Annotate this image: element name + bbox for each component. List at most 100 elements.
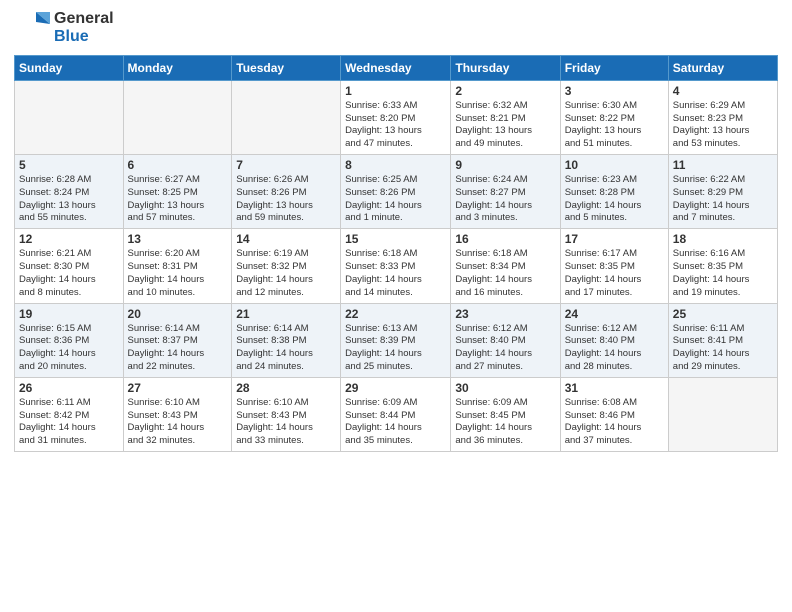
weekday-header-wednesday: Wednesday xyxy=(341,55,451,80)
day-number: 28 xyxy=(236,381,336,395)
calendar-cell: 9 Sunrise: 6:24 AM Sunset: 8:27 PM Daylig… xyxy=(451,155,560,229)
day-info: Sunrise: 6:14 AM Sunset: 8:38 PM Dayligh… xyxy=(236,323,336,374)
calendar-cell: 20Sunrise: 6:14 AM Sunset: 8:37 PM Dayli… xyxy=(123,303,232,377)
logo: GeneralBlue xyxy=(14,10,114,47)
day-number: 12 xyxy=(19,232,119,246)
day-number: 16 xyxy=(455,232,555,246)
day-number: 17 xyxy=(565,232,664,246)
day-number: 24 xyxy=(565,307,664,321)
day-info: Sunrise: 6:08 AM Sunset: 8:46 PM Dayligh… xyxy=(565,397,664,448)
day-number: 19 xyxy=(19,307,119,321)
day-info: Sunrise: 6:09 AM Sunset: 8:44 PM Dayligh… xyxy=(345,397,446,448)
day-info: Sunrise: 6:24 AM Sunset: 8:27 PM Dayligh… xyxy=(455,174,555,225)
calendar-cell: 13Sunrise: 6:20 AM Sunset: 8:31 PM Dayli… xyxy=(123,229,232,303)
day-info: Sunrise: 6:21 AM Sunset: 8:30 PM Dayligh… xyxy=(19,248,119,299)
day-number: 14 xyxy=(236,232,336,246)
calendar-cell: 22 Sunrise: 6:13 AM Sunset: 8:39 PM Dayli… xyxy=(341,303,451,377)
day-number: 11 xyxy=(673,158,773,172)
day-number: 31 xyxy=(565,381,664,395)
weekday-header-monday: Monday xyxy=(123,55,232,80)
calendar-cell: 15 Sunrise: 6:18 AM Sunset: 8:33 PM Dayli… xyxy=(341,229,451,303)
day-info: Sunrise: 6:10 AM Sunset: 8:43 PM Dayligh… xyxy=(236,397,336,448)
calendar-cell: 26 Sunrise: 6:11 AM Sunset: 8:42 PM Dayli… xyxy=(15,377,124,451)
calendar-cell: 28 Sunrise: 6:10 AM Sunset: 8:43 PM Dayli… xyxy=(232,377,341,451)
day-number: 10 xyxy=(565,158,664,172)
calendar-cell: 18Sunrise: 6:16 AM Sunset: 8:35 PM Dayli… xyxy=(668,229,777,303)
calendar-week-2: 5 Sunrise: 6:28 AM Sunset: 8:24 PM Daylig… xyxy=(15,155,778,229)
calendar-week-4: 19 Sunrise: 6:15 AM Sunset: 8:36 PM Dayli… xyxy=(15,303,778,377)
calendar-cell xyxy=(232,80,341,154)
day-number: 30 xyxy=(455,381,555,395)
calendar-cell: 8Sunrise: 6:25 AM Sunset: 8:26 PM Daylig… xyxy=(341,155,451,229)
weekday-header-saturday: Saturday xyxy=(668,55,777,80)
day-info: Sunrise: 6:26 AM Sunset: 8:26 PM Dayligh… xyxy=(236,174,336,225)
calendar-week-5: 26 Sunrise: 6:11 AM Sunset: 8:42 PM Dayli… xyxy=(15,377,778,451)
calendar-week-1: 1 Sunrise: 6:33 AM Sunset: 8:20 PM Daylig… xyxy=(15,80,778,154)
calendar-cell: 24 Sunrise: 6:12 AM Sunset: 8:40 PM Dayli… xyxy=(560,303,668,377)
calendar-cell: 21 Sunrise: 6:14 AM Sunset: 8:38 PM Dayli… xyxy=(232,303,341,377)
page: GeneralBlue SundayMondayTuesdayWednesday… xyxy=(0,0,792,612)
day-info: Sunrise: 6:23 AM Sunset: 8:28 PM Dayligh… xyxy=(565,174,664,225)
day-info: Sunrise: 6:14 AM Sunset: 8:37 PM Dayligh… xyxy=(128,323,228,374)
day-info: Sunrise: 6:30 AM Sunset: 8:22 PM Dayligh… xyxy=(565,100,664,151)
day-info: Sunrise: 6:11 AM Sunset: 8:42 PM Dayligh… xyxy=(19,397,119,448)
day-info: Sunrise: 6:11 AM Sunset: 8:41 PM Dayligh… xyxy=(673,323,773,374)
day-number: 8 xyxy=(345,158,446,172)
weekday-header-tuesday: Tuesday xyxy=(232,55,341,80)
calendar-cell: 17 Sunrise: 6:17 AM Sunset: 8:35 PM Dayli… xyxy=(560,229,668,303)
day-number: 15 xyxy=(345,232,446,246)
day-info: Sunrise: 6:22 AM Sunset: 8:29 PM Dayligh… xyxy=(673,174,773,225)
calendar-cell: 10 Sunrise: 6:23 AM Sunset: 8:28 PM Dayli… xyxy=(560,155,668,229)
day-info: Sunrise: 6:15 AM Sunset: 8:36 PM Dayligh… xyxy=(19,323,119,374)
day-info: Sunrise: 6:13 AM Sunset: 8:39 PM Dayligh… xyxy=(345,323,446,374)
day-number: 22 xyxy=(345,307,446,321)
calendar-cell: 29 Sunrise: 6:09 AM Sunset: 8:44 PM Dayli… xyxy=(341,377,451,451)
day-number: 4 xyxy=(673,84,773,98)
header: GeneralBlue xyxy=(14,10,778,47)
day-info: Sunrise: 6:18 AM Sunset: 8:33 PM Dayligh… xyxy=(345,248,446,299)
calendar-cell xyxy=(668,377,777,451)
calendar: SundayMondayTuesdayWednesdayThursdayFrid… xyxy=(14,55,778,452)
calendar-cell: 5 Sunrise: 6:28 AM Sunset: 8:24 PM Daylig… xyxy=(15,155,124,229)
day-number: 27 xyxy=(128,381,228,395)
logo-general: General xyxy=(54,10,114,28)
day-number: 25 xyxy=(673,307,773,321)
calendar-cell: 4 Sunrise: 6:29 AM Sunset: 8:23 PM Daylig… xyxy=(668,80,777,154)
calendar-cell: 11 Sunrise: 6:22 AM Sunset: 8:29 PM Dayli… xyxy=(668,155,777,229)
day-info: Sunrise: 6:12 AM Sunset: 8:40 PM Dayligh… xyxy=(455,323,555,374)
day-info: Sunrise: 6:09 AM Sunset: 8:45 PM Dayligh… xyxy=(455,397,555,448)
day-info: Sunrise: 6:17 AM Sunset: 8:35 PM Dayligh… xyxy=(565,248,664,299)
day-info: Sunrise: 6:33 AM Sunset: 8:20 PM Dayligh… xyxy=(345,100,446,151)
day-info: Sunrise: 6:29 AM Sunset: 8:23 PM Dayligh… xyxy=(673,100,773,151)
calendar-cell xyxy=(123,80,232,154)
calendar-week-3: 12 Sunrise: 6:21 AM Sunset: 8:30 PM Dayli… xyxy=(15,229,778,303)
day-info: Sunrise: 6:16 AM Sunset: 8:35 PM Dayligh… xyxy=(673,248,773,299)
calendar-cell: 23 Sunrise: 6:12 AM Sunset: 8:40 PM Dayli… xyxy=(451,303,560,377)
weekday-header-thursday: Thursday xyxy=(451,55,560,80)
day-info: Sunrise: 6:20 AM Sunset: 8:31 PM Dayligh… xyxy=(128,248,228,299)
day-number: 23 xyxy=(455,307,555,321)
day-number: 29 xyxy=(345,381,446,395)
calendar-cell: 16Sunrise: 6:18 AM Sunset: 8:34 PM Dayli… xyxy=(451,229,560,303)
day-number: 1 xyxy=(345,84,446,98)
day-number: 26 xyxy=(19,381,119,395)
day-number: 21 xyxy=(236,307,336,321)
day-info: Sunrise: 6:28 AM Sunset: 8:24 PM Dayligh… xyxy=(19,174,119,225)
calendar-cell: 6Sunrise: 6:27 AM Sunset: 8:25 PM Daylig… xyxy=(123,155,232,229)
calendar-cell: 25 Sunrise: 6:11 AM Sunset: 8:41 PM Dayli… xyxy=(668,303,777,377)
day-number: 5 xyxy=(19,158,119,172)
day-number: 6 xyxy=(128,158,228,172)
weekday-header-sunday: Sunday xyxy=(15,55,124,80)
day-number: 3 xyxy=(565,84,664,98)
day-number: 2 xyxy=(455,84,555,98)
calendar-cell: 14Sunrise: 6:19 AM Sunset: 8:32 PM Dayli… xyxy=(232,229,341,303)
logo-svg xyxy=(14,10,50,46)
day-info: Sunrise: 6:12 AM Sunset: 8:40 PM Dayligh… xyxy=(565,323,664,374)
day-info: Sunrise: 6:32 AM Sunset: 8:21 PM Dayligh… xyxy=(455,100,555,151)
calendar-cell: 30 Sunrise: 6:09 AM Sunset: 8:45 PM Dayli… xyxy=(451,377,560,451)
calendar-header-row: SundayMondayTuesdayWednesdayThursdayFrid… xyxy=(15,55,778,80)
day-info: Sunrise: 6:10 AM Sunset: 8:43 PM Dayligh… xyxy=(128,397,228,448)
day-number: 9 xyxy=(455,158,555,172)
calendar-cell xyxy=(15,80,124,154)
weekday-header-friday: Friday xyxy=(560,55,668,80)
